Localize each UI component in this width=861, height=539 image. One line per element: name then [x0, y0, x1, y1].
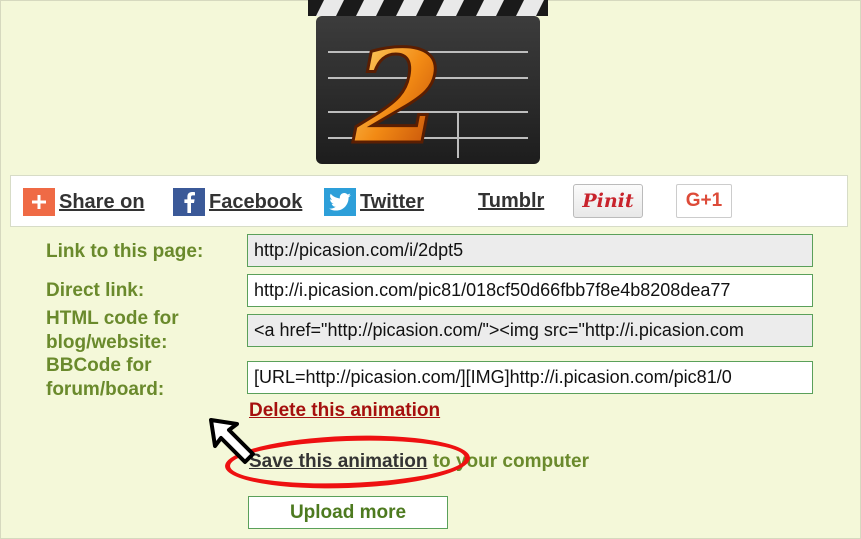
- twitter-share-link[interactable]: Twitter: [324, 188, 424, 216]
- direct-link-label: Direct link:: [46, 280, 145, 301]
- html-code-field[interactable]: [247, 314, 813, 347]
- google-plus-button[interactable]: G+1: [676, 184, 732, 218]
- html-code-label-line1: HTML code for: [46, 308, 179, 329]
- share-on-button[interactable]: Share on: [23, 188, 145, 216]
- facebook-icon: [173, 188, 205, 216]
- direct-link-field[interactable]: [247, 274, 813, 307]
- animation-preview-image: 2: [308, 0, 548, 166]
- bbcode-label: BBCode for forum/board:: [46, 354, 164, 402]
- pointer-arrow-icon: [209, 418, 255, 464]
- bbcode-label-line2: forum/board:: [46, 379, 165, 400]
- facebook-share-link[interactable]: Facebook: [173, 188, 302, 216]
- html-code-label: HTML code for blog/website:: [46, 307, 179, 355]
- bbcode-label-line1: BBCode for: [46, 355, 152, 376]
- share-on-label: Share on: [59, 190, 145, 213]
- html-code-label-line2: blog/website:: [46, 332, 168, 353]
- google-plus-label: G+1: [685, 190, 723, 211]
- delete-animation-link[interactable]: Delete this animation: [249, 400, 440, 422]
- pinterest-pin-button[interactable]: Pinit: [573, 184, 643, 218]
- twitter-bird-icon: [324, 188, 356, 216]
- pinterest-label: Pinit: [582, 190, 634, 212]
- bbcode-field[interactable]: [247, 361, 813, 394]
- tumblr-label: Tumblr: [478, 190, 545, 212]
- twitter-label: Twitter: [360, 190, 425, 213]
- upload-more-button[interactable]: Upload more: [248, 496, 448, 529]
- facebook-label: Facebook: [209, 190, 303, 213]
- plus-icon: [23, 188, 55, 216]
- page-link-label: Link to this page:: [46, 241, 204, 262]
- tumblr-share-link[interactable]: Tumblr: [478, 190, 544, 213]
- svg-text:2: 2: [352, 23, 442, 166]
- page-link-field[interactable]: [247, 234, 813, 267]
- share-bar: Share on Facebook Twitter Tumblr Pinit G…: [10, 175, 848, 227]
